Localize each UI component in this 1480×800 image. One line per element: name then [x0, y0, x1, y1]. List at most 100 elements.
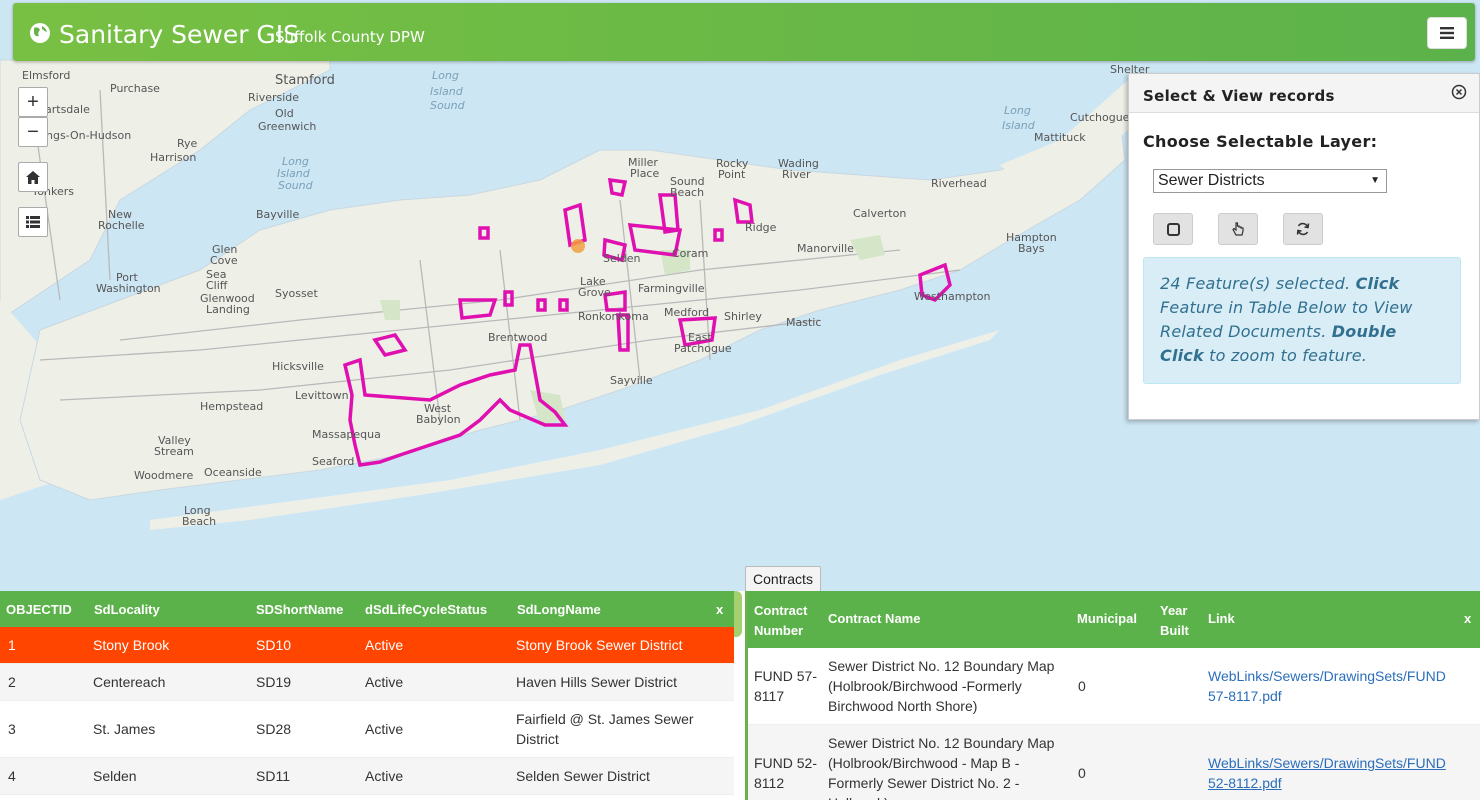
tab-contracts[interactable]: Contracts [745, 566, 821, 592]
col-link[interactable]: Link [1208, 611, 1235, 626]
map-label: Mattituck [1034, 131, 1086, 144]
map-label: Bays [1018, 242, 1045, 255]
map-label: Seaford [312, 455, 355, 468]
col-longname[interactable]: SdLongName [517, 602, 601, 617]
col-shortname[interactable]: SDShortName [256, 602, 343, 617]
cell-objectid: 1 [8, 637, 16, 653]
table-row[interactable]: FUND 52-8112 Sewer District No. 12 Bound… [748, 725, 1480, 800]
panel-title: Select & View records [1143, 87, 1335, 105]
cell-contract-name: Sewer District No. 12 Boundary Map (Holb… [828, 735, 1055, 800]
cell-status: Active [365, 637, 404, 653]
click-hint: Click [1355, 274, 1400, 293]
map-label: Syosset [275, 287, 318, 300]
cell-shortname: SD28 [256, 721, 292, 737]
table-row[interactable]: 3 St. James SD28 Active Fairfield @ St. … [0, 701, 734, 758]
contracts-table-header: Contract Number Contract Name Municipal … [748, 591, 1480, 648]
zoom-out-button[interactable]: − [18, 117, 48, 147]
map-label: Long [282, 155, 309, 168]
cell-contract-number: FUND 57-8117 [754, 668, 818, 704]
cell-municipal: 0 [1078, 678, 1086, 694]
map-label: Rye [177, 137, 198, 150]
map-label: Long [1004, 104, 1031, 117]
cell-objectid: 2 [8, 674, 16, 690]
layer-select[interactable]: Sewer Districts ▼ [1153, 169, 1387, 193]
pointer-hand-icon [1232, 221, 1244, 236]
table-row[interactable]: 1 Stony Brook SD10 Active Stony Brook Se… [0, 627, 734, 664]
close-table-button[interactable]: x [1464, 611, 1471, 626]
map-label: Washington [96, 282, 161, 295]
map-label: Massapequa [312, 428, 381, 441]
map-label: Coram [672, 247, 709, 260]
minus-icon: − [27, 120, 39, 143]
cell-longname: Selden Sewer District [516, 768, 650, 784]
map-label: Point [718, 168, 746, 181]
zoom-in-button[interactable]: + [18, 87, 48, 117]
map-label: Levittown [295, 389, 349, 402]
map-label: Island [430, 85, 463, 98]
map-label: Rochelle [98, 219, 145, 232]
map-label: Sound [430, 99, 465, 112]
cell-municipal: 0 [1078, 765, 1086, 781]
map-label: Harrison [150, 151, 197, 164]
map-label: Old [275, 107, 294, 120]
col-objectid[interactable]: OBJECTID [6, 602, 72, 617]
map-label: Purchase [110, 82, 160, 95]
col-municipal[interactable]: Municipal [1077, 611, 1137, 626]
document-link[interactable]: WebLinks/Sewers/DrawingSets/FUND 52-8112… [1208, 753, 1448, 793]
map-label: Bayville [256, 208, 300, 221]
cell-status: Active [365, 674, 404, 690]
menu-button[interactable] [1427, 17, 1467, 49]
cell-status: Active [365, 768, 404, 784]
close-icon[interactable] [1451, 84, 1467, 100]
map-label: River [782, 168, 811, 181]
app-subtitle: Suffolk County DPW [275, 28, 425, 46]
select-point-button[interactable] [1218, 213, 1258, 245]
map-label: Farmingville [638, 282, 705, 295]
panel-splitter[interactable] [734, 591, 745, 800]
table-row[interactable]: FUND 57-8117 Sewer District No. 12 Bound… [748, 648, 1480, 725]
app-header: Sanitary Sewer GIS Suffolk County DPW [13, 3, 1475, 61]
map-label: Cutchogue [1070, 111, 1130, 124]
hamburger-icon [1440, 27, 1454, 39]
cell-shortname: SD11 [256, 768, 290, 784]
cell-status: Active [365, 721, 404, 737]
map-label: Ronkonkoma [578, 310, 649, 323]
col-status[interactable]: dSdLifeCycleStatus [365, 602, 487, 617]
close-table-button[interactable]: x [716, 602, 723, 617]
map-label: Island [277, 167, 310, 180]
document-link[interactable]: WebLinks/Sewers/DrawingSets/FUND 57-8117… [1208, 666, 1448, 706]
col-contract-number[interactable]: Contract Number [754, 601, 820, 641]
contracts-table: Contract Number Contract Name Municipal … [745, 591, 1480, 800]
map-label: Grove [578, 286, 611, 299]
map-label: Babylon [416, 413, 461, 426]
app-title: Sanitary Sewer GIS [59, 20, 300, 49]
map-label: artsdale [45, 103, 90, 116]
map-label: Elmsford [22, 69, 71, 82]
cell-longname: Stony Brook Sewer District [516, 637, 683, 653]
select-rectangle-button[interactable] [1153, 213, 1193, 245]
home-button[interactable] [18, 162, 48, 192]
map-label: Manorville [797, 242, 854, 255]
map-label: Medford [664, 306, 710, 319]
map-label: Greenwich [258, 120, 317, 133]
cell-locality: Stony Brook [93, 637, 170, 653]
splitter-handle[interactable] [734, 591, 742, 637]
col-locality[interactable]: SdLocality [94, 602, 160, 617]
layer-list-button[interactable] [18, 207, 48, 237]
map-label: Calverton [853, 207, 907, 220]
col-year-built[interactable]: Year Built [1160, 601, 1196, 641]
map-label: Westhampton [914, 290, 991, 303]
map-label: Woodmere [134, 469, 194, 482]
map-label: Mastic [786, 316, 822, 329]
clear-selection-button[interactable] [1283, 213, 1323, 245]
map-label: Shirley [724, 310, 762, 323]
table-row[interactable]: 2 Centereach SD19 Active Haven Hills Sew… [0, 664, 734, 701]
col-contract-name[interactable]: Contract Name [828, 611, 920, 626]
map-label: Place [630, 167, 660, 180]
map-label: Landing [206, 303, 250, 316]
table-row[interactable]: 4 Selden SD11 Active Selden Sewer Distri… [0, 758, 734, 795]
cell-longname: Fairfield @ St. James Sewer District [516, 711, 694, 747]
map-label: Riverside [248, 91, 300, 104]
layer-select-value: Sewer Districts [1158, 172, 1265, 189]
map-label: Stream [154, 445, 194, 458]
